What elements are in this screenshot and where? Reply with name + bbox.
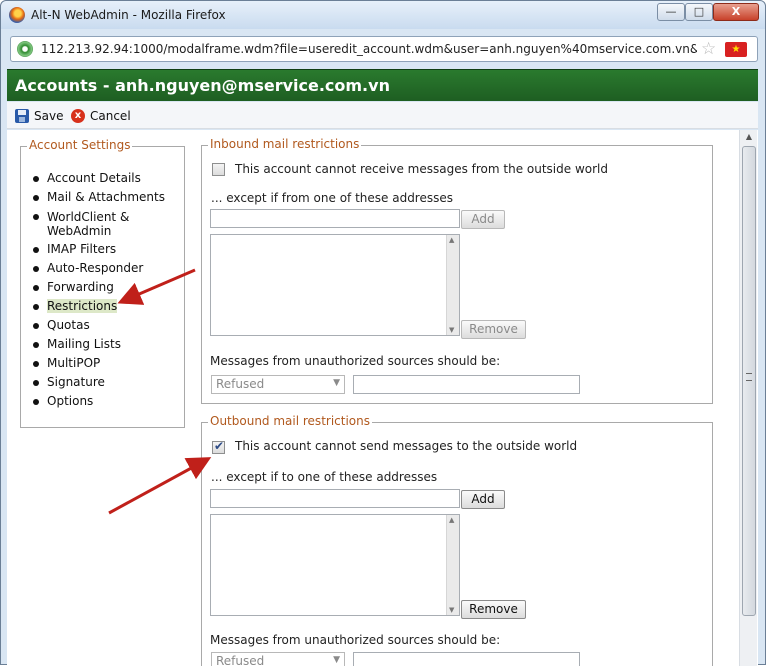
- outbound-unauth-label: Messages from unauthorized sources shoul…: [210, 633, 501, 647]
- inbound-address-list[interactable]: [210, 234, 460, 336]
- site-identity-icon[interactable]: [17, 41, 33, 57]
- nav-item-signature[interactable]: Signature: [33, 373, 165, 392]
- outbound-address-list[interactable]: [210, 514, 460, 616]
- inbound-block-checkbox[interactable]: [212, 163, 225, 176]
- browser-window: Alt-N WebAdmin - Mozilla Firefox — □ X 1…: [0, 0, 766, 666]
- page-title: Accounts - anh.nguyen@mservice.com.vn: [15, 76, 390, 95]
- inbound-block-label: This account cannot receive messages fro…: [235, 162, 608, 176]
- nav-list: Account Details Mail & Attachments World…: [33, 169, 165, 411]
- nav-item-mail-attachments[interactable]: Mail & Attachments: [33, 188, 165, 207]
- scroll-up-arrow-icon[interactable]: ▲: [742, 132, 756, 144]
- title-bar: Alt-N WebAdmin - Mozilla Firefox — □ X: [1, 1, 765, 29]
- inbound-list-scrollbar[interactable]: [446, 235, 459, 335]
- page-scrollbar-thumb[interactable]: [742, 146, 756, 616]
- nav-item-multipop[interactable]: MultiPOP: [33, 354, 165, 373]
- outbound-restrictions-fieldset: Outbound mail restrictions This account …: [201, 414, 713, 666]
- nav-item-forwarding[interactable]: Forwarding: [33, 278, 165, 297]
- inbound-unauth-value: Refused: [216, 377, 265, 391]
- cancel-button[interactable]: x Cancel: [71, 107, 131, 125]
- nav-item-account-details[interactable]: Account Details: [33, 169, 165, 188]
- cancel-label: Cancel: [90, 109, 131, 123]
- outbound-list-scrollbar[interactable]: [446, 515, 459, 615]
- nav-item-worldclient-webadmin[interactable]: WorldClient & WebAdmin: [33, 207, 133, 240]
- firefox-icon: [9, 7, 25, 23]
- page-header: Accounts - anh.nguyen@mservice.com.vn: [7, 69, 758, 101]
- outbound-add-button[interactable]: Add: [461, 490, 505, 509]
- page-scrollbar[interactable]: ▲: [739, 130, 757, 666]
- inbound-unauth-extra-input[interactable]: [353, 375, 580, 394]
- outbound-block-label: This account cannot send messages to the…: [235, 439, 578, 453]
- outbound-address-input[interactable]: [210, 489, 460, 508]
- nav-item-mailing-lists[interactable]: Mailing Lists: [33, 335, 165, 354]
- scroll-grip-icon: [746, 373, 752, 381]
- inbound-remove-button[interactable]: Remove: [461, 320, 526, 339]
- chevron-down-icon: ▼: [333, 378, 340, 388]
- nav-item-restrictions[interactable]: Restrictions: [33, 297, 165, 316]
- url-text[interactable]: 112.213.92.94:1000/modalframe.wdm?file=u…: [41, 42, 697, 56]
- nav-item-quotas[interactable]: Quotas: [33, 316, 165, 335]
- outbound-unauth-select[interactable]: Refused ▼: [211, 652, 345, 666]
- maximize-button[interactable]: □: [685, 3, 713, 21]
- inbound-except-label: ... except if from one of these addresse…: [211, 191, 453, 205]
- account-settings-nav: Account Settings Account Details Mail & …: [20, 138, 185, 428]
- inbound-unauth-label: Messages from unauthorized sources shoul…: [210, 354, 501, 368]
- nav-item-imap-filters[interactable]: IMAP Filters: [33, 240, 165, 259]
- outbound-legend: Outbound mail restrictions: [208, 414, 372, 428]
- cancel-icon: x: [71, 109, 85, 123]
- outbound-remove-button[interactable]: Remove: [461, 600, 526, 619]
- content-area: Account Settings Account Details Mail & …: [7, 130, 758, 666]
- nav-legend: Account Settings: [27, 138, 133, 152]
- window-title: Alt-N WebAdmin - Mozilla Firefox: [31, 8, 226, 22]
- minimize-button[interactable]: —: [657, 3, 685, 21]
- inbound-address-input[interactable]: [210, 209, 460, 228]
- outbound-unauth-value: Refused: [216, 654, 265, 666]
- save-disk-icon: [15, 109, 29, 123]
- inbound-restrictions-fieldset: Inbound mail restrictions This account c…: [201, 137, 713, 404]
- nav-item-options[interactable]: Options: [33, 392, 165, 411]
- inbound-legend: Inbound mail restrictions: [208, 137, 362, 151]
- address-bar[interactable]: 112.213.92.94:1000/modalframe.wdm?file=u…: [10, 36, 758, 62]
- bookmark-star-icon[interactable]: ☆: [701, 39, 716, 59]
- inbound-add-button[interactable]: Add: [461, 210, 505, 229]
- outbound-unauth-extra-input[interactable]: [353, 652, 580, 666]
- outbound-block-checkbox[interactable]: [212, 439, 225, 454]
- chevron-down-icon: ▼: [333, 655, 340, 665]
- save-label: Save: [34, 109, 64, 123]
- save-button[interactable]: Save: [15, 107, 63, 125]
- inbound-unauth-select[interactable]: Refused ▼: [211, 375, 345, 394]
- outbound-except-label: ... except if to one of these addresses: [211, 470, 438, 484]
- vietnam-flag-icon: ★: [725, 42, 747, 57]
- toolbar: Save x Cancel: [7, 102, 758, 129]
- nav-item-auto-responder[interactable]: Auto-Responder: [33, 259, 165, 278]
- close-window-button[interactable]: X: [713, 3, 759, 21]
